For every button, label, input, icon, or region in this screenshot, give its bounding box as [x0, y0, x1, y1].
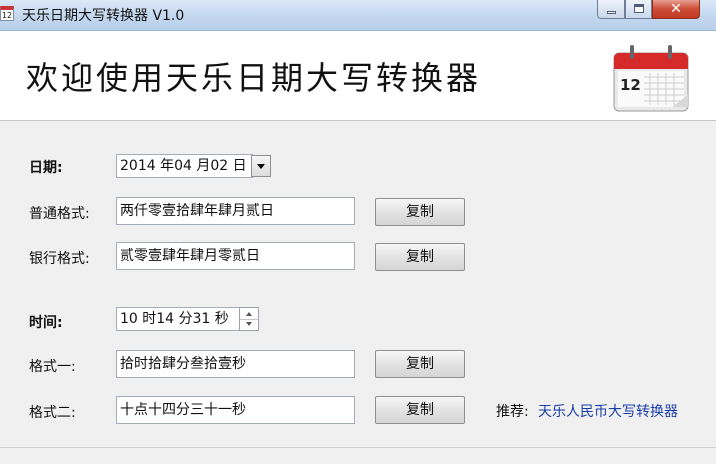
recommend-link[interactable]: 天乐人民币大写转换器 [538, 401, 678, 421]
app-calendar-icon[interactable]: 12 [0, 6, 14, 21]
format2-field[interactable]: 十点十四分三十一秒 [116, 396, 355, 424]
copy-format1-button[interactable]: 复制 [375, 350, 465, 378]
calendar-day-text: 12 [620, 76, 641, 94]
bank-format-label: 银行格式: [29, 251, 90, 267]
bottom-divider [0, 447, 716, 448]
header-banner: 欢迎使用天乐日期大写转换器 12 [0, 31, 716, 121]
maximize-button[interactable] [625, 0, 652, 19]
format1-field[interactable]: 拾时拾肆分叁拾壹秒 [116, 350, 355, 378]
calendar-icon: 12 [613, 45, 689, 112]
spin-down-icon[interactable] [240, 319, 258, 330]
format1-label: 格式一: [29, 359, 76, 375]
maximize-icon [634, 4, 644, 13]
copy-bank-format-button[interactable]: 复制 [375, 243, 465, 271]
window-title: 天乐日期大写转换器 V1.0 [22, 8, 185, 24]
minimize-button[interactable] [597, 0, 625, 19]
bank-format-field[interactable]: 贰零壹肆年肆月零贰日 [116, 242, 355, 270]
normal-format-field[interactable]: 两仟零壹拾肆年肆月贰日 [116, 197, 355, 225]
recommend-label: 推荐: [496, 404, 529, 420]
time-picker[interactable]: 10 时14 分31 秒 [116, 307, 240, 331]
date-label: 日期: [29, 160, 63, 176]
banner-title: 欢迎使用天乐日期大写转换器 [26, 59, 482, 97]
copy-format2-button[interactable]: 复制 [375, 396, 465, 424]
title-bar: 12 天乐日期大写转换器 V1.0 ✕ [0, 0, 716, 31]
date-dropdown-button[interactable] [251, 155, 271, 177]
minimize-icon [607, 11, 616, 14]
normal-format-label: 普通格式: [29, 206, 90, 222]
close-button[interactable]: ✕ [652, 0, 700, 19]
date-picker[interactable]: 2014 年04 月02 日 [116, 154, 253, 178]
copy-normal-format-button[interactable]: 复制 [375, 198, 465, 226]
time-spinner[interactable] [239, 307, 259, 331]
time-label: 时间: [29, 315, 63, 331]
format2-label: 格式二: [29, 405, 76, 421]
close-icon: ✕ [670, 1, 682, 17]
